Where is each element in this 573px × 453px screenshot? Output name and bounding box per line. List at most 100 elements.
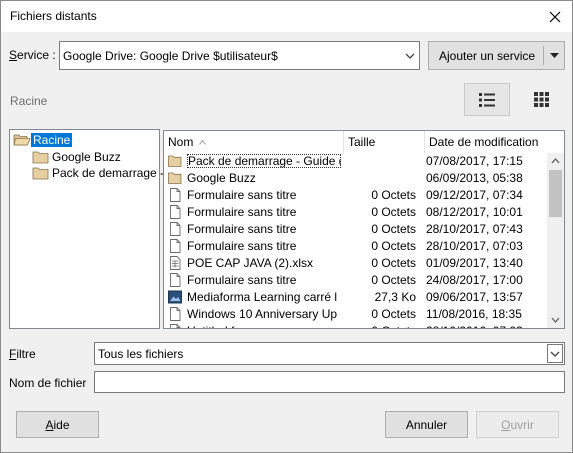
document-icon (168, 273, 182, 287)
file-date: 09/06/2017, 13:57 (426, 290, 523, 304)
folder-tree[interactable]: Racine Google Buzz Pack de demarrage - (9, 129, 164, 329)
list-view-button[interactable] (464, 83, 510, 116)
breadcrumb[interactable]: Racine (10, 94, 47, 108)
file-name: Formulaire sans titre (187, 222, 297, 236)
chevron-down-icon (405, 53, 414, 59)
file-row[interactable]: POE CAP JAVA (2).xlsx 0 Octets 01/09/2017,… (164, 255, 548, 272)
chevron-down-icon (550, 351, 560, 357)
image-icon (168, 290, 182, 304)
column-header-size[interactable]: Taille (344, 131, 425, 153)
file-size: 0 Octets (371, 273, 416, 287)
cancel-button-label: Annuler (405, 417, 448, 432)
file-row[interactable]: Formulaire sans titre 0 Octets 08/12/2017,… (164, 204, 548, 221)
add-service-label: Ajouter un service (439, 48, 536, 63)
file-name: Windows 10 Anniversary Up (187, 307, 338, 321)
file-date: 09/12/2017, 07:34 (426, 188, 523, 202)
file-name: Pack de demarrage - Guide d (187, 154, 341, 168)
file-date: 07/08/2017, 17:15 (426, 154, 523, 168)
file-date: 01/09/2017, 13:40 (426, 256, 523, 270)
file-size: 0 Octets (371, 222, 416, 236)
spreadsheet-icon (168, 256, 182, 270)
file-row[interactable]: Formulaire sans titre 0 Octets 24/08/2017,… (164, 272, 548, 289)
close-icon (549, 11, 561, 22)
file-name: Formulaire sans titre (187, 239, 297, 253)
vertical-scrollbar[interactable] (547, 153, 564, 328)
scroll-thumb[interactable] (549, 170, 562, 217)
file-size: 27,3 Ko (374, 290, 416, 304)
document-icon (168, 324, 182, 328)
file-date: 28/10/2017, 07:43 (426, 222, 523, 236)
file-size: 0 Octets (371, 239, 416, 253)
file-name: Untitled form (187, 324, 341, 328)
file-date: 06/09/2013, 05:38 (426, 171, 523, 185)
title-bar: Fichiers distants (1, 1, 572, 32)
file-name: Formulaire sans titre (187, 188, 297, 202)
cancel-button[interactable]: Annuler (385, 411, 468, 438)
file-list[interactable]: Nom Taille Date de modification Pack de … (163, 130, 565, 329)
file-size: 0 Octets (344, 324, 416, 328)
filter-value: Tous les fichiers (98, 347, 184, 361)
close-button[interactable] (538, 1, 572, 32)
file-row[interactable]: Formulaire sans titre 0 Octets 28/10/2017,… (164, 238, 548, 255)
tree-item-root[interactable]: Racine (13, 132, 73, 148)
file-date: 28/10/2016, 07:03 (426, 324, 546, 328)
sort-ascending-icon (199, 139, 207, 145)
folder-icon (32, 151, 49, 164)
file-row[interactable]: Windows 10 Anniversary Up 0 Octets 11/08/2… (164, 306, 548, 323)
document-icon (168, 188, 182, 202)
list-view-icon (479, 92, 495, 107)
open-button[interactable]: Ouvrir (476, 411, 559, 438)
filename-label: Nom de fichier (9, 376, 87, 390)
file-size: 0 Octets (371, 188, 416, 202)
file-name: Formulaire sans titre (187, 205, 297, 219)
filename-input[interactable] (94, 371, 565, 393)
help-button[interactable]: Aide (16, 411, 99, 438)
document-icon (168, 307, 182, 321)
tree-item-google-buzz[interactable]: Google Buzz (32, 149, 123, 165)
tree-item-label: Racine (31, 133, 73, 147)
filter-dropdown-button[interactable] (547, 344, 563, 363)
icon-view-button[interactable] (518, 83, 564, 116)
file-name: POE CAP JAVA (2).xlsx (187, 256, 314, 270)
caret-down-icon (550, 53, 559, 58)
grid-view-icon (533, 92, 549, 107)
document-icon (168, 205, 182, 219)
file-name: Google Buzz (187, 171, 256, 185)
file-name: Mediaforma Learning carré l (187, 290, 338, 304)
scroll-up-icon[interactable] (551, 158, 560, 164)
column-header-name[interactable]: Nom (164, 131, 344, 153)
folder-open-icon (13, 134, 31, 146)
file-row[interactable]: Formulaire sans titre 0 Octets 09/12/2017,… (164, 187, 548, 204)
file-row[interactable]: Untitled form0 Octets 28/10/2016, 07:03 (164, 323, 548, 328)
service-select-value: Google Drive: Google Drive $utilisateur$ (63, 49, 278, 63)
file-dialog: Fichiers distants Service : Google Drive… (0, 0, 573, 453)
tree-item-label: Google Buzz (52, 150, 121, 164)
service-dropdown-button[interactable] (401, 43, 418, 68)
tree-item-pack-demarrage[interactable]: Pack de demarrage - (32, 165, 166, 181)
document-icon (168, 222, 182, 236)
dialog-title: Fichiers distants (10, 9, 97, 23)
service-select[interactable]: Google Drive: Google Drive $utilisateur$ (59, 41, 420, 70)
file-size: 0 Octets (371, 307, 416, 321)
file-date: 28/10/2017, 07:03 (426, 239, 523, 253)
filter-select[interactable]: Tous les fichiers (94, 342, 565, 365)
scroll-down-icon[interactable] (551, 317, 560, 323)
tree-item-label: Pack de demarrage - (52, 166, 165, 180)
file-name: Formulaire sans titre (187, 273, 297, 287)
file-row[interactable]: Mediaforma Learning carré l 27,3 Ko 09/06/… (164, 289, 548, 306)
column-header-date[interactable]: Date de modification (425, 131, 564, 153)
file-date: 24/08/2017, 17:00 (426, 273, 523, 287)
folder-icon (168, 154, 182, 168)
file-date: 11/08/2016, 18:35 (426, 307, 522, 321)
file-size: 0 Octets (371, 256, 416, 270)
service-label: Service : (9, 48, 56, 62)
help-button-label: Aide (45, 417, 70, 432)
open-button-label: Ouvrir (501, 417, 534, 432)
folder-icon (32, 167, 49, 180)
add-service-button[interactable]: Ajouter un service (428, 41, 565, 70)
document-icon (168, 239, 182, 253)
file-row[interactable]: Pack de demarrage - Guide d 07/08/2017, 1… (164, 153, 548, 170)
file-row[interactable]: Formulaire sans titre 0 Octets 28/10/2017,… (164, 221, 548, 238)
file-row[interactable]: Google Buzz 06/09/2013, 05:38 (164, 170, 548, 187)
file-date: 08/12/2017, 10:01 (426, 205, 523, 219)
